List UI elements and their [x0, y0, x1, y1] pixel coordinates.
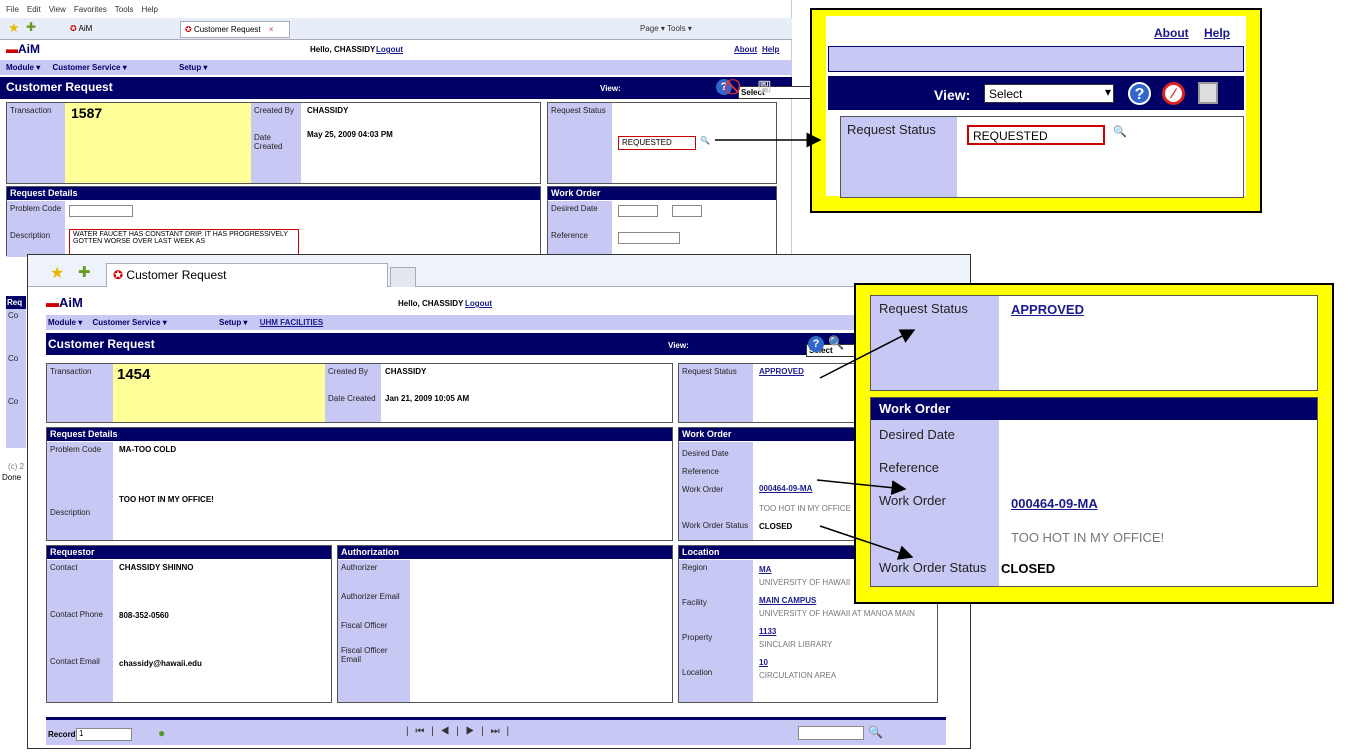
arrow-work-order-zoom: [816, 479, 907, 496]
arrow-wo-status-zoom: [819, 525, 914, 560]
callout-arrows: [715, 132, 916, 560]
arrow-approved-zoom: [819, 329, 916, 379]
